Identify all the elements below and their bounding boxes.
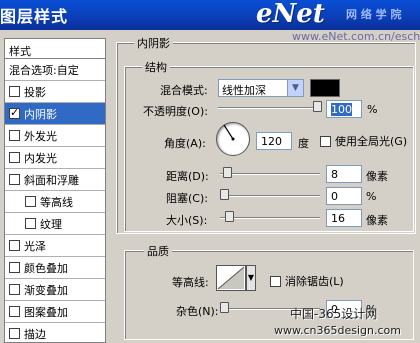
style-list-item[interactable]: 颜色叠加 xyxy=(5,257,105,279)
opacity-slider[interactable] xyxy=(218,107,322,109)
style-list-item[interactable]: 混合选项:自定 xyxy=(5,59,105,81)
site-watermark-url: www.cn365design.com xyxy=(274,324,401,337)
style-checkbox[interactable] xyxy=(9,152,20,163)
style-list-item-label: 图案叠加 xyxy=(24,305,68,319)
style-list-item-label: 内发光 xyxy=(24,151,57,165)
style-list-item[interactable]: 纹理 xyxy=(5,213,105,235)
size-unit: 像素 xyxy=(366,214,388,227)
style-list-item[interactable]: 内发光 xyxy=(5,147,105,169)
distance-slider[interactable] xyxy=(220,173,320,175)
title-bar: 图层样式 eNet 网 络 学 院 xyxy=(0,0,420,30)
style-list-item-label: 描边 xyxy=(24,327,46,341)
enet-logo-suffix: 网 络 学 院 xyxy=(346,8,402,21)
chevron-down-icon: ▼ xyxy=(287,80,303,96)
angle-unit: 度 xyxy=(298,137,309,150)
blend-mode-value: 线性加深 xyxy=(222,84,266,97)
size-label: 大小(S): xyxy=(166,214,208,227)
style-checkbox[interactable] xyxy=(9,130,20,141)
style-checkbox[interactable] xyxy=(9,284,20,295)
style-list-item[interactable]: 内阴影 xyxy=(5,103,105,125)
style-list-item-label: 斜面和浮雕 xyxy=(24,173,79,187)
style-checkbox[interactable] xyxy=(9,262,20,273)
style-list: 样式 混合选项:自定投影内阴影外发光内发光斜面和浮雕等高线纹理光泽颜色叠加渐变叠… xyxy=(4,38,106,343)
angle-label: 角度(A): xyxy=(164,137,206,150)
contour-dropdown-arrow[interactable]: ▼ xyxy=(246,265,256,291)
style-list-item-label: 内阴影 xyxy=(24,107,57,121)
style-list-item-label: 等高线 xyxy=(40,195,73,209)
style-list-item[interactable]: 光泽 xyxy=(5,235,105,257)
global-light-check[interactable] xyxy=(320,135,331,147)
style-list-item[interactable]: 外发光 xyxy=(5,125,105,147)
noise-slider-thumb[interactable] xyxy=(220,302,229,313)
opacity-label: 不透明度(O): xyxy=(143,105,208,118)
choke-unit: % xyxy=(366,190,377,203)
structure-group-title: 结构 xyxy=(142,59,170,75)
style-checkbox[interactable] xyxy=(9,306,20,317)
style-checkbox[interactable] xyxy=(9,86,20,97)
choke-slider[interactable] xyxy=(220,195,320,197)
size-slider[interactable] xyxy=(220,217,320,219)
contour-picker[interactable] xyxy=(216,265,246,291)
choke-input[interactable]: 0 xyxy=(326,187,362,205)
opacity-slider-thumb[interactable] xyxy=(313,101,322,112)
style-list-header[interactable]: 样式 xyxy=(5,39,105,59)
site-watermark-title: 中国-365设计网 xyxy=(290,307,378,321)
global-light-checkbox[interactable]: 使用全局光(G) xyxy=(320,133,407,149)
distance-input[interactable]: 8 xyxy=(326,165,362,183)
noise-label: 杂色(N): xyxy=(176,305,219,318)
style-list-item[interactable]: 斜面和浮雕 xyxy=(5,169,105,191)
shadow-color-swatch[interactable] xyxy=(310,79,340,97)
antialias-check[interactable] xyxy=(270,275,281,287)
style-checkbox[interactable] xyxy=(9,240,20,251)
style-list-item[interactable]: 等高线 xyxy=(5,191,105,213)
style-list-item[interactable]: 投影 xyxy=(5,81,105,103)
style-list-item-label: 颜色叠加 xyxy=(24,261,68,275)
blend-mode-select[interactable]: 线性加深 ▼ xyxy=(218,79,304,97)
enet-logo: eNet xyxy=(256,0,325,29)
window-title: 图层样式 xyxy=(0,7,69,26)
opacity-unit: % xyxy=(367,103,378,116)
style-list-item-label: 投影 xyxy=(24,85,46,99)
size-slider-thumb[interactable] xyxy=(225,211,235,222)
opacity-input[interactable]: 100 xyxy=(326,100,362,118)
blend-mode-label: 混合模式: xyxy=(160,84,208,97)
style-checkbox[interactable] xyxy=(25,218,36,229)
distance-label: 距离(D): xyxy=(166,170,209,183)
style-checkbox[interactable] xyxy=(9,106,20,119)
angle-dial[interactable] xyxy=(216,122,250,156)
quality-group-title: 品质 xyxy=(144,243,172,259)
size-input[interactable]: 16 xyxy=(326,209,362,227)
angle-input[interactable]: 120 xyxy=(256,132,292,150)
style-list-item-label: 纹理 xyxy=(40,217,62,231)
style-list-item-label: 外发光 xyxy=(24,129,57,143)
antialias-label: 消除锯齿(L) xyxy=(285,275,344,288)
choke-label: 阻塞(C): xyxy=(166,192,208,205)
style-list-item-label: 混合选项:自定 xyxy=(9,63,79,77)
choke-slider-thumb[interactable] xyxy=(220,189,229,200)
contour-label: 等高线: xyxy=(172,276,209,289)
inner-shadow-group-title: 内阴影 xyxy=(134,35,173,51)
style-checkbox[interactable] xyxy=(9,328,20,339)
distance-unit: 像素 xyxy=(366,170,388,183)
antialias-checkbox[interactable]: 消除锯齿(L) xyxy=(270,273,344,289)
style-list-item[interactable]: 描边 xyxy=(5,323,105,343)
style-checkbox[interactable] xyxy=(9,174,20,185)
distance-slider-thumb[interactable] xyxy=(222,167,232,178)
style-checkbox[interactable] xyxy=(25,196,36,207)
style-list-item-label: 渐变叠加 xyxy=(24,283,68,297)
style-list-item[interactable]: 图案叠加 xyxy=(5,301,105,323)
global-light-label: 使用全局光(G) xyxy=(335,135,408,148)
style-list-item-label: 光泽 xyxy=(24,239,46,253)
style-list-item[interactable]: 渐变叠加 xyxy=(5,279,105,301)
